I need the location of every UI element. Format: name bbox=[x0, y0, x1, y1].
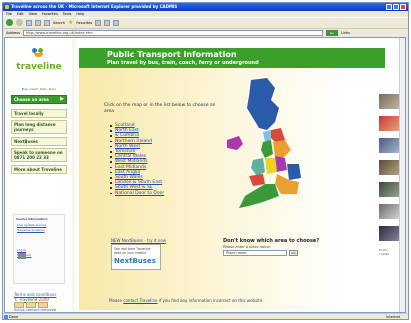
address-label: Address bbox=[6, 30, 20, 35]
intro-text: Click on the map or in the list below to… bbox=[104, 103, 216, 114]
area-help-heading: Don't know which area to choose? bbox=[223, 238, 320, 244]
title-bar: Traveline across the UK - Microsoft Inte… bbox=[3, 3, 408, 11]
nav-nextbuses[interactable]: NextBuses bbox=[11, 137, 67, 146]
address-bar: Address http://www.traveline.org.uk/inde… bbox=[3, 28, 408, 36]
window-title: Traveline across the UK - Microsoft Inte… bbox=[11, 4, 178, 9]
map-region-west-midlands bbox=[265, 158, 277, 174]
minimize-button[interactable] bbox=[386, 4, 392, 10]
map-region-east-anglia bbox=[287, 164, 301, 180]
nav-label: Travel locally bbox=[14, 111, 44, 116]
uk-region-map[interactable] bbox=[219, 78, 319, 238]
nextbuses-link[interactable]: NEW NextBuses - try it now bbox=[111, 238, 166, 243]
maximize-button[interactable] bbox=[393, 4, 399, 10]
nextbuses-promo[interactable]: See real time Traveline data on your mob… bbox=[111, 244, 161, 270]
region-link-national-door-to-door[interactable]: National Door to Door bbox=[109, 191, 164, 196]
main-content: Public Transport Information Plan travel… bbox=[79, 48, 389, 310]
nav-choose-area[interactable]: Choose an area ▶ bbox=[11, 95, 67, 104]
forward-button[interactable] bbox=[16, 19, 23, 26]
sidebar-note: Bus, coach, train, ferry bbox=[21, 87, 57, 91]
map-region-north-west bbox=[261, 140, 273, 158]
photo-image bbox=[379, 94, 401, 109]
area-help-subtext: Please enter a place name: bbox=[223, 245, 271, 249]
panel-link[interactable]: Live update service bbox=[17, 223, 61, 227]
ie-icon bbox=[5, 5, 9, 9]
nav-speak-to-someone[interactable]: Speak to someone on 0871 200 22 33 bbox=[11, 148, 67, 162]
nav-travel-locally[interactable]: Travel locally bbox=[11, 109, 67, 118]
vertical-scrollbar[interactable] bbox=[399, 38, 405, 312]
people-icon bbox=[18, 253, 26, 259]
close-button[interactable] bbox=[400, 4, 406, 10]
active-content-link[interactable]: Active content removed bbox=[14, 308, 56, 312]
region-list: Scotland North East & Cumbria Northern I… bbox=[109, 123, 164, 196]
terms-block: Terms and conditions © Traveline 2009 bbox=[14, 292, 56, 302]
footnote-suffix: if you find any information incorrect on… bbox=[158, 298, 263, 303]
play-arrow-icon: ▶ bbox=[60, 96, 64, 102]
nav-label: More about Traveline bbox=[14, 167, 62, 172]
map-region-scotland bbox=[247, 78, 279, 130]
footnote-prefix: Please bbox=[109, 298, 122, 303]
contact-link[interactable]: contact Traveline bbox=[123, 298, 157, 303]
browser-window: Traveline across the UK - Microsoft Inte… bbox=[2, 2, 409, 320]
print-button[interactable] bbox=[113, 19, 120, 26]
stop-button[interactable] bbox=[26, 19, 32, 26]
back-button[interactable] bbox=[6, 19, 13, 26]
status-bar: Done Internet bbox=[3, 313, 408, 320]
history-button[interactable] bbox=[95, 19, 102, 26]
map-region-yorkshire bbox=[273, 140, 291, 158]
sidebar: traveline Bus, coach, train, ferry Choos… bbox=[8, 38, 70, 312]
nav-more-about[interactable]: More about Traveline bbox=[11, 165, 67, 174]
nav-label: Plan long distance journeys bbox=[14, 122, 56, 132]
map-region-central-wales bbox=[251, 158, 265, 176]
page-title: Public Transport Information bbox=[107, 50, 237, 59]
window-controls bbox=[386, 4, 406, 10]
photo-image bbox=[379, 138, 401, 153]
nav-label: Speak to someone on 0871 200 22 33 bbox=[14, 150, 63, 160]
status-text: Done bbox=[9, 315, 19, 319]
search-button[interactable]: Search bbox=[53, 21, 65, 25]
page-done-icon bbox=[4, 315, 8, 319]
map-region-south-wales bbox=[249, 174, 265, 186]
photo-image bbox=[379, 204, 401, 219]
go-button[interactable]: Go bbox=[325, 29, 338, 36]
logo-text: traveline bbox=[16, 62, 62, 72]
refresh-button[interactable] bbox=[35, 19, 41, 26]
traveline-logo[interactable]: traveline bbox=[16, 48, 62, 80]
address-input[interactable]: http://www.traveline.org.uk/index.htm bbox=[22, 29, 323, 36]
security-zone: Internet bbox=[386, 315, 400, 319]
map-region-south-west bbox=[239, 184, 279, 208]
panel-link[interactable]: Traveline Scotland bbox=[17, 228, 61, 232]
map-region-northern-ireland bbox=[227, 136, 243, 150]
mail-button[interactable] bbox=[104, 19, 111, 26]
toolbar: Search ★ Favorites bbox=[3, 17, 408, 27]
map-region-cumbria bbox=[263, 130, 271, 142]
nav-label: NextBuses bbox=[14, 139, 38, 144]
useful-info-panel: Useful information Live update service T… bbox=[13, 214, 65, 284]
photo-image bbox=[379, 226, 401, 241]
nextbuses-logo: NextBuses bbox=[114, 257, 156, 265]
panel-link[interactable]: Log in bbox=[17, 248, 61, 252]
sidebar-divider bbox=[72, 38, 78, 312]
photo-image bbox=[379, 160, 401, 175]
page-viewport: traveline Bus, coach, train, ferry Choos… bbox=[4, 37, 406, 313]
favorites-star-icon: ★ bbox=[68, 18, 74, 26]
place-name-input[interactable]: Place name bbox=[223, 250, 287, 256]
page-banner: Public Transport Information Plan travel… bbox=[79, 48, 385, 68]
map-region-east-midlands bbox=[275, 156, 287, 172]
photo-image bbox=[379, 116, 401, 131]
photo-image bbox=[379, 182, 401, 197]
nav-long-distance[interactable]: Plan long distance journeys bbox=[11, 120, 67, 134]
footnote: Please contact Traveline if you find any… bbox=[109, 298, 262, 303]
panel-heading: Useful information bbox=[16, 217, 48, 221]
nextbuses-line2: data on your mobile bbox=[114, 251, 147, 255]
logo-dots-icon bbox=[32, 48, 46, 58]
page-subtitle: Plan travel by bus, train, coach, ferry … bbox=[107, 60, 259, 66]
nav-label: Choose an area bbox=[14, 97, 49, 102]
favorites-button[interactable]: Favorites bbox=[76, 21, 92, 25]
links-label[interactable]: Links bbox=[341, 31, 350, 35]
place-go-button[interactable]: Go bbox=[289, 250, 298, 256]
home-button[interactable] bbox=[44, 19, 50, 26]
